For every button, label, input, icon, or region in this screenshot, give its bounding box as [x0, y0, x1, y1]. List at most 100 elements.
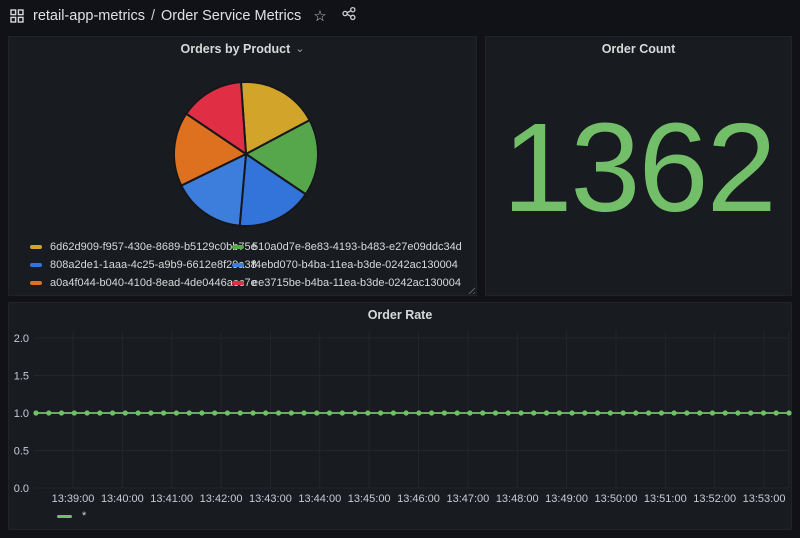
series-point: [723, 410, 728, 415]
series-point: [353, 410, 358, 415]
x-axis-tick-label: 13:43:00: [249, 493, 292, 505]
series-point: [710, 410, 715, 415]
chevron-down-icon: ⌄: [295, 46, 304, 53]
x-axis-tick-label: 13:40:00: [101, 493, 144, 505]
legend-item[interactable]: a0a4f044-b040-410d-8ead-4de0446aec7e: [30, 274, 232, 292]
panel-order-rate: Order Rate 2.01.51.00.50.013:39:0013:40:…: [8, 302, 792, 530]
series-point: [646, 410, 651, 415]
series-point: [340, 410, 345, 415]
series-point: [174, 410, 179, 415]
order-rate-line-chart[interactable]: 2.01.51.00.50.013:39:0013:40:0013:41:001…: [9, 327, 793, 509]
x-axis-tick-label: 13:49:00: [545, 493, 588, 505]
rate-legend-item[interactable]: *: [57, 508, 86, 524]
series-point: [416, 410, 421, 415]
series-point: [557, 410, 562, 415]
series-point: [531, 410, 536, 415]
series-point: [123, 410, 128, 415]
legend-label: f4ebd070-b4ba-11ea-b3de-0242ac130004: [252, 259, 458, 271]
series-color-swatch: [57, 515, 72, 518]
series-point: [378, 410, 383, 415]
breadcrumb: retail-app-metrics / Order Service Metri…: [33, 8, 301, 24]
y-axis-tick-label: 0.0: [14, 483, 29, 495]
legend-swatch: [30, 245, 42, 249]
panel-orders-by-product: Orders by Product ⌄ 6d62d909-f957-430e-8…: [8, 36, 477, 296]
series-point: [391, 410, 396, 415]
y-axis-tick-label: 1.0: [14, 408, 29, 420]
series-point: [595, 410, 600, 415]
series-point: [301, 410, 306, 415]
legend-label: 6d62d909-f957-430e-8689-b5129c0bb75e: [50, 241, 257, 253]
series-point: [404, 410, 409, 415]
legend-label: 808a2de1-1aaa-4c25-a9b9-6612e8f29a38: [50, 259, 257, 271]
count-panel-title-menu[interactable]: Order Count: [486, 37, 791, 61]
legend-swatch: [232, 281, 244, 285]
x-axis-tick-label: 13:44:00: [298, 493, 341, 505]
panel-resize-handle[interactable]: [466, 285, 475, 294]
star-icon[interactable]: ☆: [313, 9, 326, 24]
rate-panel-title-menu[interactable]: Order Rate: [9, 303, 791, 327]
series-point: [582, 410, 587, 415]
panel-order-count: Order Count 1362: [485, 36, 792, 296]
series-point: [136, 410, 141, 415]
series-point: [59, 410, 64, 415]
legend-item[interactable]: 6d62d909-f957-430e-8689-b5129c0bb75e: [30, 238, 232, 256]
y-axis-tick-label: 2.0: [14, 333, 29, 345]
series-point: [46, 410, 51, 415]
dashboard-header: retail-app-metrics / Order Service Metri…: [0, 0, 800, 32]
breadcrumb-dashboard[interactable]: Order Service Metrics: [161, 8, 301, 24]
series-point: [327, 410, 332, 415]
legend-item[interactable]: 510a0d7e-8e83-4193-b483-e27e09ddc34d: [232, 238, 462, 256]
dashboards-grid-icon[interactable]: [10, 9, 24, 23]
x-axis-tick-label: 13:46:00: [397, 493, 440, 505]
x-axis-tick-label: 13:45:00: [348, 493, 391, 505]
series-point: [161, 410, 166, 415]
series-point: [212, 410, 217, 415]
y-axis-tick-label: 0.5: [14, 446, 29, 458]
share-icon[interactable]: [341, 6, 357, 26]
series-point: [659, 410, 664, 415]
x-axis-tick-label: 13:50:00: [595, 493, 638, 505]
legend-item[interactable]: f4ebd070-b4ba-11ea-b3de-0242ac130004: [232, 256, 462, 274]
legend-swatch: [30, 281, 42, 285]
pie-panel-title: Orders by Product: [181, 42, 291, 56]
legend-item[interactable]: 808a2de1-1aaa-4c25-a9b9-6612e8f29a38: [30, 256, 232, 274]
series-point: [748, 410, 753, 415]
series-point: [774, 410, 779, 415]
series-point: [33, 410, 38, 415]
series-point: [429, 410, 434, 415]
legend-label: a0a4f044-b040-410d-8ead-4de0446aec7e: [50, 277, 257, 289]
rate-panel-title: Order Rate: [368, 308, 433, 322]
series-point: [735, 410, 740, 415]
y-axis-tick-label: 1.5: [14, 371, 29, 383]
series-point: [455, 410, 460, 415]
series-point: [761, 410, 766, 415]
series-point: [608, 410, 613, 415]
series-label: *: [82, 510, 86, 522]
series-point: [633, 410, 638, 415]
pie-chart[interactable]: [166, 74, 326, 234]
series-point: [225, 410, 230, 415]
series-point: [199, 410, 204, 415]
series-point: [314, 410, 319, 415]
breadcrumb-folder[interactable]: retail-app-metrics: [33, 8, 145, 24]
series-point: [250, 410, 255, 415]
series-point: [506, 410, 511, 415]
order-count-value: 1362: [486, 61, 791, 273]
series-point: [569, 410, 574, 415]
series-point: [110, 410, 115, 415]
x-axis-tick-label: 13:41:00: [150, 493, 193, 505]
series-point: [238, 410, 243, 415]
series-point: [493, 410, 498, 415]
series-point: [467, 410, 472, 415]
count-panel-title: Order Count: [602, 42, 676, 56]
legend-swatch: [30, 263, 42, 267]
x-axis-tick-label: 13:52:00: [693, 493, 736, 505]
series-point: [697, 410, 702, 415]
legend-label: ee3715be-b4ba-11ea-b3de-0242ac130004: [252, 277, 461, 289]
pie-panel-title-menu[interactable]: Orders by Product ⌄: [9, 37, 476, 61]
x-axis-tick-label: 13:42:00: [200, 493, 243, 505]
series-point: [187, 410, 192, 415]
legend-item[interactable]: ee3715be-b4ba-11ea-b3de-0242ac130004: [232, 274, 462, 292]
series-point: [480, 410, 485, 415]
breadcrumb-separator: /: [151, 8, 155, 24]
